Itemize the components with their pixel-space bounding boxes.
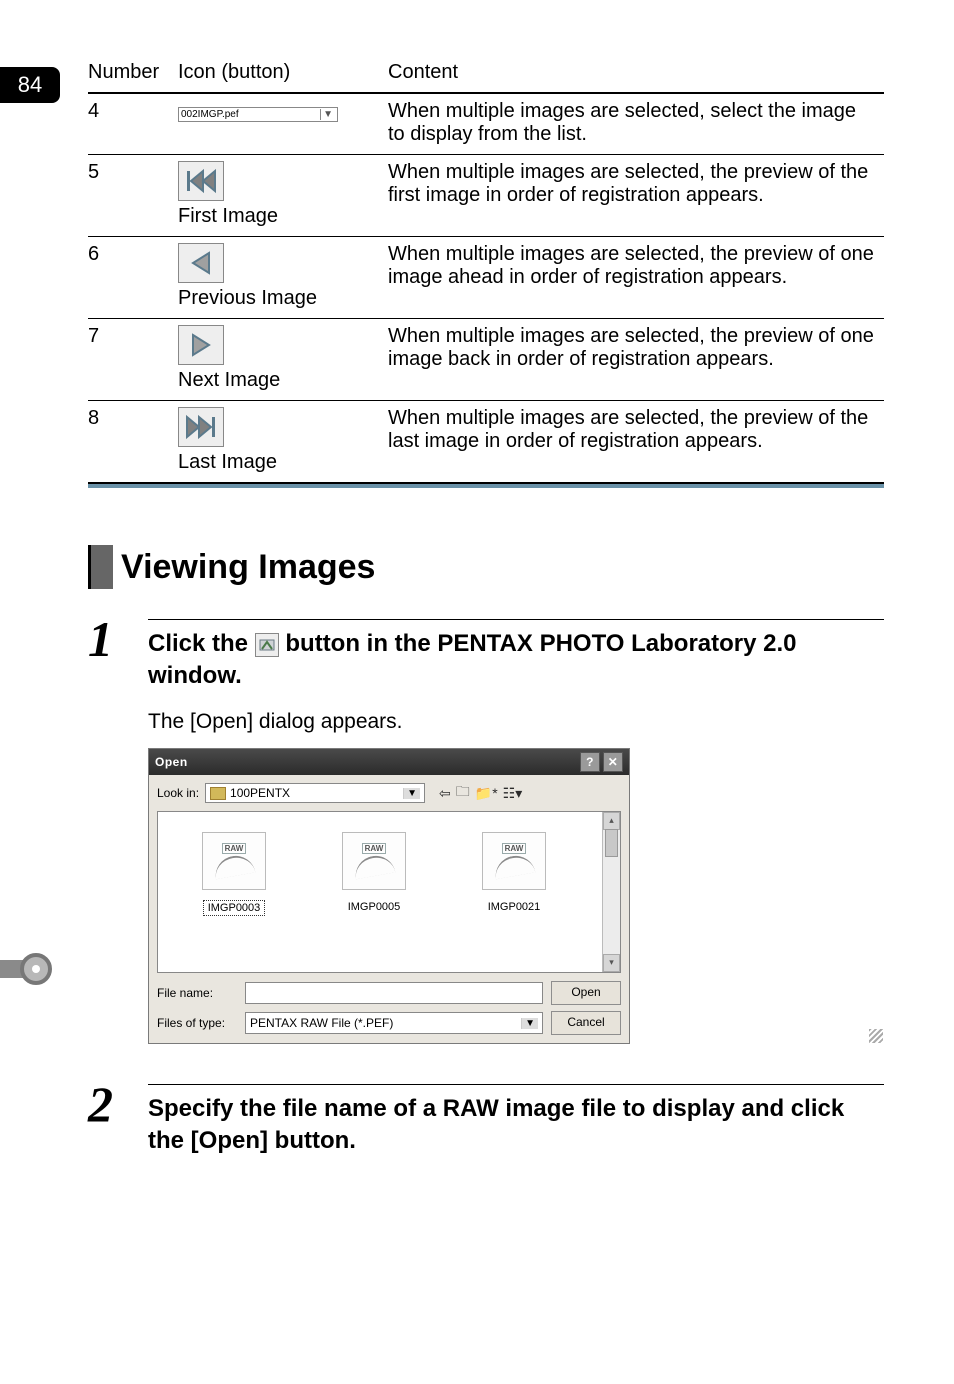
open-tool-icon (255, 633, 279, 657)
file-name-input[interactable] (245, 982, 543, 1004)
image-list-dropdown-icon: 002IMGP.pef ▼ (178, 107, 338, 122)
files-of-type-dropdown[interactable]: PENTAX RAW File (*.PEF) ▼ (245, 1012, 543, 1034)
folder-icon (210, 787, 226, 800)
scrollbar[interactable]: ▴ ▾ (602, 812, 620, 972)
step-title: Specify the file name of a RAW image fil… (148, 1093, 884, 1157)
step-number: 2 (88, 1084, 113, 1124)
scroll-thumb[interactable] (605, 829, 618, 857)
table-row: 5 First Image When multiple images are s… (88, 155, 884, 237)
new-folder-icon[interactable]: 📁* (475, 785, 498, 802)
file-name-label: File name: (157, 986, 237, 1000)
step-title: Click the button in the PENTAX PHOTO Lab… (148, 628, 884, 692)
table-row: 7 Next Image When multiple images are se… (88, 319, 884, 401)
step-1: 1 Click the button in the PENTAX PHOTO L… (88, 619, 884, 1044)
cancel-button[interactable]: Cancel (551, 1011, 621, 1035)
open-dialog: Open ? ✕ Look in: 100PENTX ▼ ⇦ 🗀 � (148, 748, 630, 1044)
file-name[interactable]: IMGP0021 (484, 900, 545, 914)
back-icon[interactable]: ⇦ (439, 785, 451, 802)
side-thumb-tab (0, 953, 52, 985)
dialog-title-bar: Open ? ✕ (149, 749, 629, 775)
close-button[interactable]: ✕ (603, 752, 623, 772)
cell-content: When multiple images are selected, selec… (388, 93, 884, 155)
step-number: 1 (88, 619, 113, 659)
dialog-title: Open (155, 755, 188, 769)
table-row: 4 002IMGP.pef ▼ When multiple images are… (88, 93, 884, 155)
col-header-number: Number (88, 55, 178, 93)
next-image-icon (178, 325, 224, 365)
files-of-type-label: Files of type: (157, 1016, 237, 1030)
step-title-text-before: Click the (148, 630, 255, 657)
lookin-value: 100PENTX (230, 786, 290, 800)
icon-description-table: Number Icon (button) Content 4 002IMGP.p… (88, 55, 884, 484)
cell-content: When multiple images are selected, the p… (388, 155, 884, 237)
raw-badge: RAW (222, 843, 247, 854)
raw-badge: RAW (362, 843, 387, 854)
scroll-down-icon[interactable]: ▾ (603, 954, 620, 972)
cell-content: When multiple images are selected, the p… (388, 401, 884, 484)
resize-grip-icon[interactable] (869, 1029, 883, 1043)
file-thumbnail: RAW (482, 832, 546, 890)
cell-content: When multiple images are selected, the p… (388, 319, 884, 401)
table-row: 6 Previous Image When multiple images ar… (88, 237, 884, 319)
raw-badge: RAW (502, 843, 527, 854)
cell-number: 8 (88, 401, 178, 484)
chevron-down-icon[interactable]: ▼ (521, 1018, 538, 1029)
col-header-icon: Icon (button) (178, 55, 388, 93)
step-body: The [Open] dialog appears. (148, 710, 884, 734)
icon-label: Next Image (178, 369, 380, 392)
icon-label: Previous Image (178, 287, 380, 310)
files-of-type-value: PENTAX RAW File (*.PEF) (250, 1016, 393, 1030)
lookin-label: Look in: (157, 786, 199, 800)
section-heading: Viewing Images (88, 545, 884, 589)
previous-image-icon (178, 243, 224, 283)
cell-content: When multiple images are selected, the p… (388, 237, 884, 319)
file-item[interactable]: RAW IMGP0003 (184, 832, 284, 966)
cell-number: 5 (88, 155, 178, 237)
cell-number: 4 (88, 93, 178, 155)
open-button[interactable]: Open (551, 981, 621, 1005)
file-thumbnail: RAW (342, 832, 406, 890)
scroll-up-icon[interactable]: ▴ (603, 812, 620, 830)
file-name[interactable]: IMGP0005 (344, 900, 405, 914)
last-image-icon (178, 407, 224, 447)
first-image-icon (178, 161, 224, 201)
file-name-selected[interactable]: IMGP0003 (203, 900, 266, 916)
file-item[interactable]: RAW IMGP0021 (464, 832, 564, 966)
section-heading-text: Viewing Images (121, 545, 375, 589)
icon-label: Last Image (178, 451, 380, 474)
file-thumbnail: RAW (202, 832, 266, 890)
chevron-down-icon: ▼ (320, 109, 335, 120)
icon-label: First Image (178, 205, 380, 228)
step-2: 2 Specify the file name of a RAW image f… (88, 1084, 884, 1157)
help-button[interactable]: ? (580, 752, 600, 772)
file-list[interactable]: RAW IMGP0003 RAW IMGP0005 RAW IMGP0021 (157, 811, 621, 973)
cell-number: 7 (88, 319, 178, 401)
col-header-content: Content (388, 55, 884, 93)
lookin-dropdown[interactable]: 100PENTX ▼ (205, 783, 425, 803)
dropdown-text: 002IMGP.pef (181, 109, 239, 120)
view-menu-icon[interactable]: ☷▾ (503, 785, 523, 802)
file-item[interactable]: RAW IMGP0005 (324, 832, 424, 966)
cell-number: 6 (88, 237, 178, 319)
chevron-down-icon[interactable]: ▼ (403, 788, 420, 799)
up-one-level-icon[interactable]: 🗀 (456, 781, 470, 805)
table-row: 8 Last Image When multiple images are se… (88, 401, 884, 484)
page-number: 84 (0, 67, 60, 103)
